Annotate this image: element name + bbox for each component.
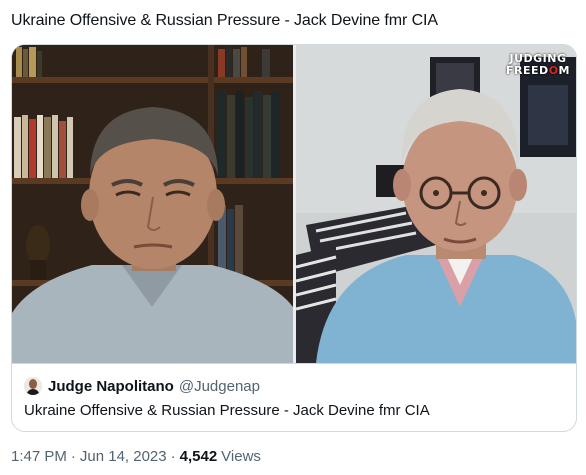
logo-line-2: FREEDOM <box>506 64 570 77</box>
tweet-meta: 1:47 PM · Jun 14, 2023 · 4,542 Views <box>11 448 261 465</box>
video-pane-guest: JUDGING FREEDOM <box>296 45 576 363</box>
tweet-text: Ukraine Offensive & Russian Pressure - J… <box>11 12 438 29</box>
video-pane-host <box>12 45 293 363</box>
avatar[interactable] <box>24 377 42 395</box>
quoted-source[interactable]: Judge Napolitano @Judgenap Ukraine Offen… <box>12 363 576 431</box>
separator-dot: · <box>170 448 176 465</box>
judging-freedom-logo: JUDGING FREEDOM <box>506 53 570 77</box>
source-name[interactable]: Judge Napolitano <box>48 378 174 395</box>
link-card[interactable]: JUDGING FREEDOM Judge Napolitano @Judgen… <box>11 44 577 432</box>
video-thumbnail[interactable]: JUDGING FREEDOM <box>12 45 576 363</box>
separator-dot: · <box>70 448 76 465</box>
source-title: Ukraine Offensive & Russian Pressure - J… <box>24 402 430 419</box>
timestamp-date[interactable]: Jun 14, 2023 <box>80 448 167 465</box>
timestamp-time[interactable]: 1:47 PM <box>11 448 67 465</box>
views-count: 4,542 <box>179 448 218 465</box>
views-label: Views <box>221 448 261 465</box>
source-header: Judge Napolitano @Judgenap <box>24 376 566 396</box>
source-handle[interactable]: @Judgenap <box>179 378 260 395</box>
